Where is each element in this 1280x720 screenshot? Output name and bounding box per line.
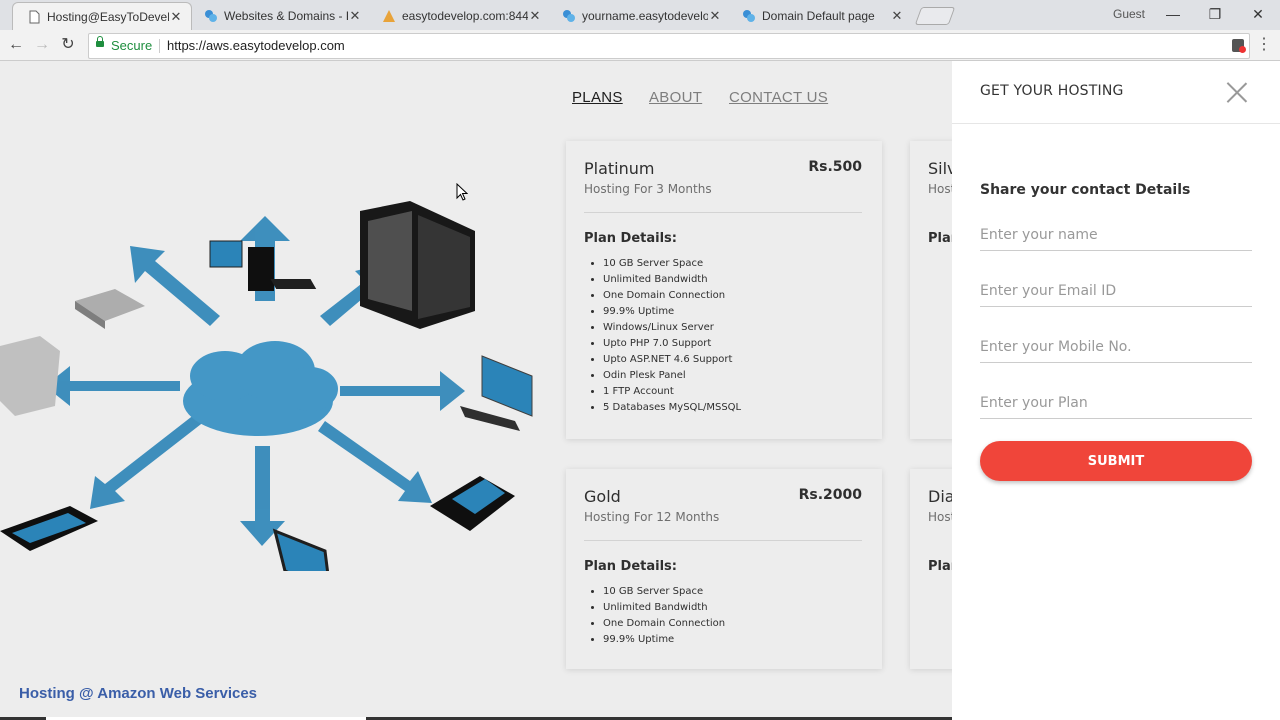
address-bar[interactable]: Secure https://aws.easytodevelop.com xyxy=(88,33,1250,59)
name-input[interactable] xyxy=(980,220,1252,251)
back-icon[interactable]: ← xyxy=(6,35,26,55)
url-text[interactable]: https://aws.easytodevelop.com xyxy=(167,34,345,58)
tab-title: yourname.easytodevelop xyxy=(582,9,708,23)
modal-backdrop[interactable] xyxy=(0,61,952,720)
browser-toolbar: ← → ↻ Secure https://aws.easytodevelop.c… xyxy=(0,30,1280,61)
browser-tab-strip: Hosting@EasyToDevelop ✕ Websites & Domai… xyxy=(0,0,1280,30)
reload-icon[interactable]: ↻ xyxy=(58,35,78,55)
close-icon[interactable]: ✕ xyxy=(528,8,542,24)
page-content: PLANS ABOUT CONTACT US Platinum Rs.500 H… xyxy=(0,61,1280,720)
close-icon[interactable]: ✕ xyxy=(348,8,362,24)
guest-profile[interactable]: Guest xyxy=(1113,7,1145,21)
tab-websites-domains[interactable]: Websites & Domains - Pl ✕ xyxy=(190,2,370,30)
plesk-icon xyxy=(743,10,755,22)
close-icon[interactable]: ✕ xyxy=(169,9,183,25)
plesk-icon xyxy=(563,10,575,22)
close-icon[interactable]: ✕ xyxy=(890,8,904,24)
mouse-cursor-icon xyxy=(456,183,468,201)
mobile-input[interactable] xyxy=(980,332,1252,363)
tab-title: Websites & Domains - Pl xyxy=(224,9,348,23)
tab-title: Domain Default page xyxy=(762,9,875,23)
tab-yourname[interactable]: yourname.easytodevelop ✕ xyxy=(548,2,730,30)
warning-icon xyxy=(383,10,395,22)
page-icon xyxy=(29,10,40,23)
tab-easytodevelop-8443[interactable]: easytodevelop.com:8443 ✕ xyxy=(368,2,550,30)
footer-text: Hosting @ Amazon Web Services xyxy=(19,685,258,702)
email-input[interactable] xyxy=(980,276,1252,307)
panel-heading: Share your contact Details xyxy=(980,182,1191,198)
tab-title: easytodevelop.com:8443 xyxy=(402,9,528,23)
lock-icon xyxy=(96,36,104,47)
divider xyxy=(159,39,160,53)
get-hosting-panel: GET YOUR HOSTING Share your contact Deta… xyxy=(952,61,1280,720)
menu-icon[interactable]: ⋮ xyxy=(1256,34,1272,54)
divider xyxy=(952,123,1280,124)
close-icon[interactable] xyxy=(1226,81,1248,103)
close-icon[interactable]: ✕ xyxy=(708,8,722,24)
window-close-icon[interactable]: ✕ xyxy=(1243,4,1273,24)
plesk-icon xyxy=(205,10,217,22)
restore-icon[interactable]: ❐ xyxy=(1200,4,1230,24)
new-tab-button[interactable] xyxy=(914,7,956,25)
tab-title: Hosting@EasyToDevelop xyxy=(47,9,169,24)
panel-title: GET YOUR HOSTING xyxy=(980,83,1124,99)
forward-icon[interactable]: → xyxy=(32,35,52,55)
minimize-icon[interactable]: — xyxy=(1158,4,1188,24)
plan-input[interactable] xyxy=(980,388,1252,419)
submit-button[interactable]: SUBMIT xyxy=(980,441,1252,481)
tab-domain-default[interactable]: Domain Default page ✕ xyxy=(728,2,912,30)
secure-label: Secure xyxy=(111,38,153,53)
extension-icon[interactable] xyxy=(1232,39,1246,53)
tab-hosting[interactable]: Hosting@EasyToDevelop ✕ xyxy=(12,2,192,30)
